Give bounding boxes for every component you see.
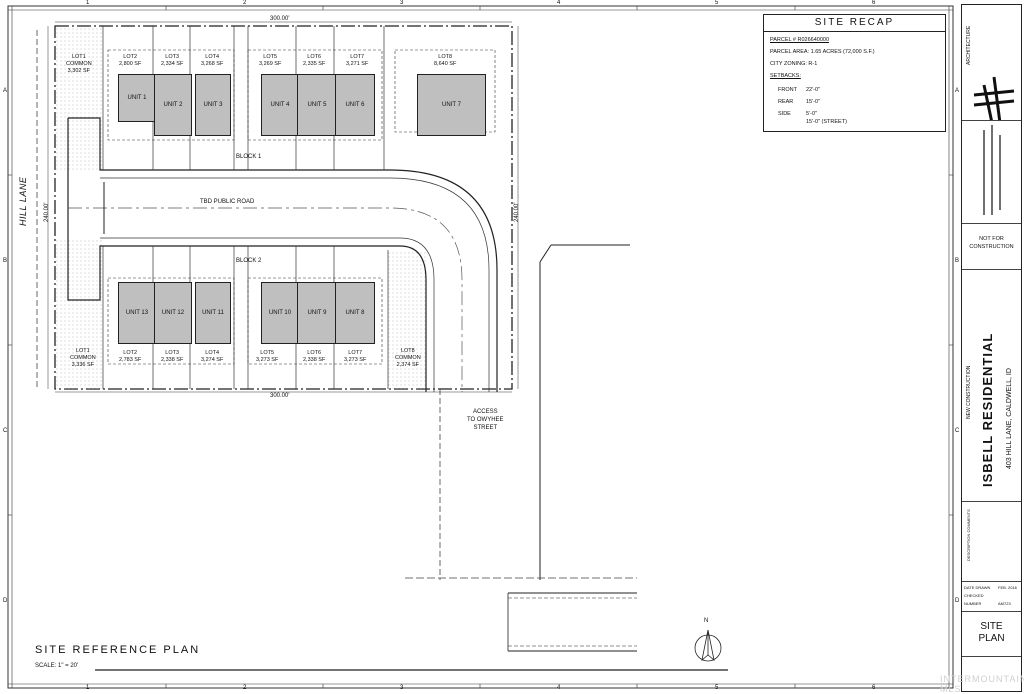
dim-bottom: 300.00': [270, 393, 290, 399]
dim-right: 240.00': [514, 202, 520, 223]
lot-label: LOT2 2,800 SF: [119, 54, 142, 67]
firm-logo-cell: ARCHITECTURE: [962, 5, 1021, 121]
lot-label: LOT2 2,783 SF: [119, 350, 142, 363]
unit-8: UNIT 8: [335, 282, 375, 344]
revisions-header: DESCRIPTION COMMENTS: [966, 509, 971, 561]
lot-label: LOT5 3,269 SF: [259, 54, 282, 67]
recap-parcel-area: PARCEL AREA: 1.65 ACRES (72,000 S.F.): [770, 49, 875, 55]
recap-setbacks: SETBACKS:: [770, 73, 801, 79]
access-label: ACCESS TO OWYHEE STREET: [467, 409, 504, 431]
revisions-cell: DESCRIPTION COMMENTS: [962, 501, 1021, 582]
title-block: ARCHITECTURE NOT FOR CONSTRUCTION NEW CO…: [961, 4, 1022, 692]
lot-label: LOT1 COMMON 3,336 SF: [70, 348, 96, 368]
lot-label: LOT6 2,338 SF: [303, 350, 326, 363]
unit-10: UNIT 10: [261, 282, 299, 344]
sheet-title-cell: SITE PLAN: [962, 611, 1021, 657]
block-2-label: BLOCK 2: [236, 258, 262, 264]
lot-label: LOT5 3,273 SF: [256, 350, 279, 363]
watermark: INTERMOUNTAIN MLS: [940, 674, 1024, 694]
dim-left: 240.00': [44, 202, 50, 223]
unit-13: UNIT 13: [118, 282, 156, 344]
site-recap-title: SITE RECAP: [764, 15, 945, 32]
number-label: NUMBER: [964, 601, 982, 606]
unit-5: UNIT 5: [297, 74, 337, 136]
recap-rear-val: 15'-0": [806, 99, 821, 105]
checked-label: CHECKED: [964, 593, 984, 598]
sheet-title-line2: PLAN: [978, 633, 1005, 644]
recap-front: FRONT: [778, 87, 797, 93]
lot-label: LOT8 COMMON 2,374 SF: [395, 348, 421, 368]
lot-label: LOT7 3,273 SF: [344, 350, 367, 363]
unit-1: UNIT 1: [118, 74, 156, 122]
recap-zoning: CITY ZONING: R-1: [770, 61, 818, 67]
unit-9: UNIT 9: [297, 282, 337, 344]
unit-11: UNIT 11: [195, 282, 231, 344]
new-construction-label: NEW CONSTRUCTION: [966, 365, 972, 419]
road-label: TBD PUBLIC ROAD: [200, 199, 255, 205]
not-for-construction: NOT FOR CONSTRUCTION: [969, 236, 1014, 250]
lot-label: LOT7 3,271 SF: [346, 54, 369, 67]
firm-name: ARCHITECTURE: [966, 25, 972, 65]
recap-parcel: PARCEL # R026640000: [770, 37, 830, 43]
recap-side: SIDE: [778, 111, 791, 117]
unit-7: UNIT 7: [417, 74, 486, 136]
lot-label: LOT4 3,268 SF: [201, 54, 224, 67]
number-value: AM723: [998, 601, 1011, 606]
unit-4: UNIT 4: [261, 74, 299, 136]
north-arrow-icon: N: [704, 618, 709, 624]
unit-12: UNIT 12: [154, 282, 192, 344]
lot-label: LOT1 COMMON 3,302 SF: [66, 54, 92, 74]
unit-3: UNIT 3: [195, 74, 231, 136]
recap-front-val: 22'-0": [806, 87, 821, 93]
drawing-info-cell: DATE DRAWN FEB. 2016 CHECKED NUMBER AM72…: [962, 581, 1021, 612]
project-cell: NEW CONSTRUCTION ISBELL RESIDENTIAL 403 …: [962, 269, 1021, 502]
project-address: 403 HILL LANE, CALDWELL, ID: [1006, 368, 1013, 469]
date-drawn-label: DATE DRAWN: [964, 585, 991, 590]
block-1-label: BLOCK 1: [236, 154, 262, 160]
recap-rear: REAR: [778, 99, 794, 105]
unit-6: UNIT 6: [335, 74, 375, 136]
sheet-title-line1: SITE: [980, 621, 1003, 632]
unit-2: UNIT 2: [154, 74, 192, 136]
lot-label: LOT8 8,640 SF: [434, 54, 457, 67]
not-for-construction-cell: NOT FOR CONSTRUCTION: [962, 223, 1021, 270]
site-recap-panel: SITE RECAP PARCEL # R026640000 PARCEL AR…: [763, 14, 946, 132]
consultant-cell: [962, 120, 1021, 224]
consultant-stamp: [983, 125, 1001, 215]
dim-top: 300.00': [270, 16, 290, 22]
lot-label: LOT4 3,274 SF: [201, 350, 224, 363]
date-drawn-value: FEB. 2016: [998, 585, 1017, 590]
lot-label: LOT3 2,338 SF: [161, 350, 184, 363]
lot-label: LOT6 2,335 SF: [303, 54, 326, 67]
plan-title: SITE REFERENCE PLAN: [35, 644, 201, 656]
hill-lane-label: HILL LANE: [18, 176, 28, 226]
lot-label: LOT3 2,334 SF: [161, 54, 184, 67]
project-name: ISBELL RESIDENTIAL: [980, 332, 995, 487]
recap-side-val1: 5'-0": [806, 111, 817, 117]
recap-side-val2: 15'-0" (STREET): [806, 119, 847, 125]
scale-label: SCALE: 1" = 20': [35, 663, 79, 669]
